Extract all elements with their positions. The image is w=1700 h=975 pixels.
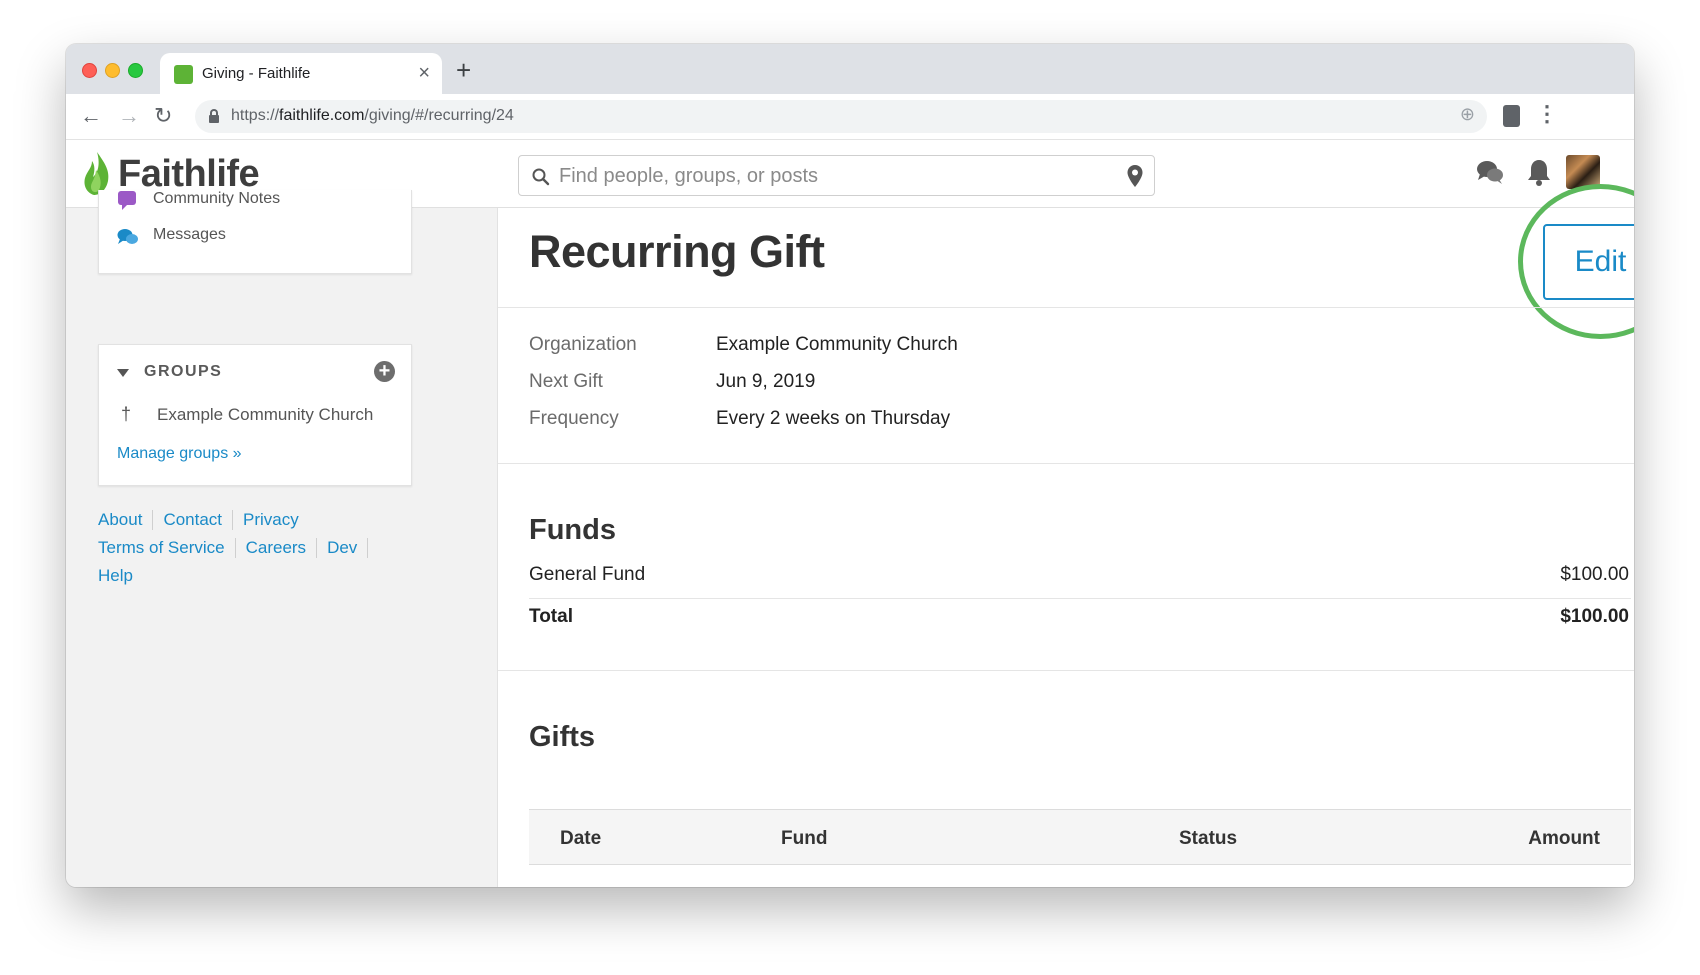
tab-giving[interactable]: Giving - Faithlife × (160, 53, 442, 94)
footer-link-about[interactable]: About (98, 510, 154, 530)
search-input[interactable] (559, 163, 1099, 189)
lock-icon (209, 109, 219, 123)
user-avatar[interactable] (1566, 155, 1600, 189)
total-amount: $100.00 (1560, 606, 1629, 627)
fund-amount: $100.00 (1560, 564, 1629, 585)
reload-icon[interactable]: ↻ (154, 102, 172, 130)
tab-close-icon[interactable]: × (418, 61, 430, 85)
main-content: Recurring Gift Edit Organization Example… (497, 184, 1634, 887)
address-bar[interactable]: https://faithlife.com/giving/#/recurring… (195, 100, 1487, 133)
zoom-icon[interactable]: ⊕ (1460, 104, 1475, 125)
column-header-status[interactable]: Status (1179, 828, 1237, 850)
divider (498, 463, 1634, 464)
footer-link-terms[interactable]: Terms of Service (98, 538, 236, 558)
extension-clipboard-icon[interactable] (1503, 105, 1520, 127)
column-header-amount[interactable]: Amount (1528, 828, 1600, 850)
close-window-button[interactable] (82, 63, 97, 78)
url-text[interactable]: https://faithlife.com/giving/#/recurring… (231, 107, 514, 125)
browser-window: Giving - Faithlife × + ← → ↻ https://fai… (66, 44, 1634, 887)
notification-bell-icon[interactable] (1526, 158, 1552, 186)
detail-value-frequency: Every 2 weeks on Thursday (716, 408, 951, 429)
search-icon (532, 168, 550, 186)
browser-toolbar: ← → ↻ https://faithlife.com/giving/#/rec… (66, 94, 1634, 140)
forward-arrow-icon[interactable]: → (118, 102, 140, 130)
footer-link-privacy[interactable]: Privacy (233, 510, 309, 530)
tab-title: Giving - Faithlife (202, 65, 311, 82)
group-item-label: Example Community Church (157, 405, 374, 424)
fund-name: General Fund (529, 564, 646, 585)
back-arrow-icon[interactable]: ← (80, 102, 102, 130)
zoom-window-button[interactable] (128, 63, 143, 78)
row-divider (529, 598, 1631, 599)
column-header-fund[interactable]: Fund (781, 828, 827, 850)
tab-strip: Giving - Faithlife × + (66, 44, 1634, 94)
add-group-icon[interactable]: + (374, 361, 395, 382)
footer-link-careers[interactable]: Careers (236, 538, 318, 558)
edit-button[interactable]: Edit (1543, 224, 1634, 300)
search-box[interactable] (518, 155, 1155, 196)
manage-groups-link[interactable]: Manage groups » (117, 445, 242, 463)
page-title: Recurring Gift (529, 226, 825, 277)
footer-link-contact[interactable]: Contact (153, 510, 234, 530)
sidebar-nav-card: Community Notes Messages (98, 190, 412, 274)
detail-label-next-gift: Next Gift (529, 371, 603, 392)
groups-card: GROUPS + † Example Community Church Mana… (98, 344, 412, 486)
footer-link-dev[interactable]: Dev (317, 538, 369, 558)
sidebar-item-label: Messages (153, 226, 226, 243)
chat-bubbles-icon[interactable] (1476, 158, 1504, 186)
groups-heading[interactable]: GROUPS (144, 363, 222, 381)
messages-icon (117, 229, 138, 244)
cross-icon: † (121, 404, 132, 424)
detail-value-next-gift: Jun 9, 2019 (716, 371, 816, 392)
column-header-date[interactable]: Date (560, 828, 601, 850)
minimize-window-button[interactable] (105, 63, 120, 78)
collapse-caret-icon[interactable] (117, 369, 129, 377)
detail-label-organization: Organization (529, 334, 637, 355)
gifts-heading: Gifts (529, 721, 596, 753)
speech-bubble-icon (118, 191, 136, 210)
location-pin-icon[interactable] (1126, 164, 1144, 188)
divider (498, 307, 1634, 308)
detail-label-frequency: Frequency (529, 408, 619, 429)
total-label: Total (529, 606, 573, 627)
funds-heading: Funds (529, 514, 616, 546)
faithlife-favicon-icon (174, 65, 193, 84)
new-tab-button[interactable]: + (456, 55, 471, 85)
page-viewport: Faithlife Find people, groups, or posts … (66, 140, 1634, 887)
footer-link-help[interactable]: Help (98, 566, 143, 586)
gifts-table-header: Date Fund Status Amount (529, 809, 1631, 865)
divider (498, 670, 1634, 671)
detail-value-organization: Example Community Church (716, 334, 958, 355)
sidebar-item-label: Community Notes (153, 190, 281, 207)
browser-menu-icon[interactable]: ⋮ (1536, 100, 1558, 128)
